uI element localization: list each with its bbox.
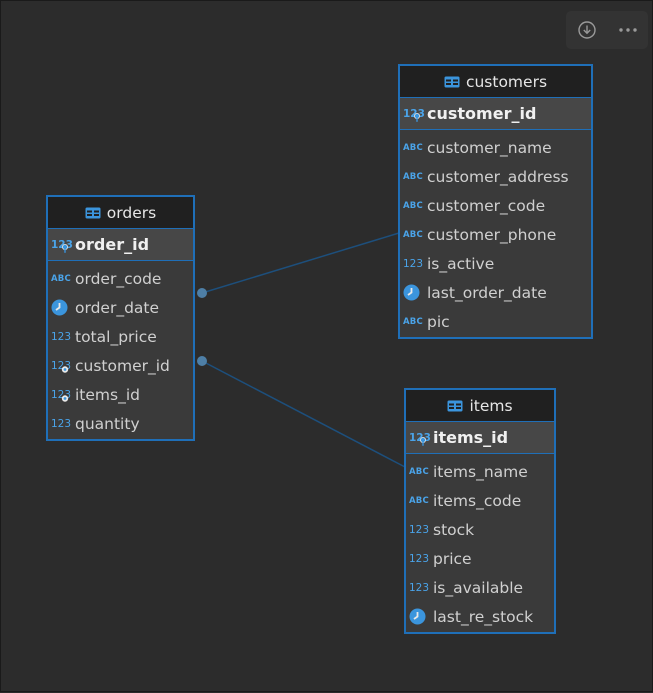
numeric-type-icon: 123	[403, 257, 424, 270]
column-label: customer_name	[427, 138, 552, 157]
text-type-icon: ABC	[403, 229, 423, 240]
table-header[interactable]: customers	[400, 66, 591, 98]
column-row[interactable]: ABC customer_address	[400, 162, 591, 191]
column-row[interactable]: ABC customer_code	[400, 191, 591, 220]
primary-key-icon: 123	[409, 431, 431, 446]
column-row[interactable]: ABC customer_phone	[400, 220, 591, 249]
column-label: last_order_date	[427, 283, 547, 302]
text-type-icon: ABC	[403, 171, 423, 182]
column-label: order_date	[75, 298, 160, 317]
column-label: customer_id	[427, 104, 537, 123]
text-type-icon: ABC	[403, 200, 423, 211]
text-type-icon: ABC	[409, 495, 429, 506]
numeric-type-icon: 123	[51, 330, 72, 343]
table-title: items	[469, 396, 513, 415]
primary-key-icon: 123	[51, 238, 73, 253]
text-type-icon: ABC	[403, 316, 423, 327]
column-label: price	[433, 549, 472, 568]
numeric-type-icon: 123	[409, 523, 430, 536]
text-type-icon: ABC	[51, 273, 71, 284]
primary-key-row[interactable]: 123 customer_id	[400, 98, 591, 130]
primary-key-icon: 123	[403, 107, 425, 122]
column-label: is_available	[433, 578, 524, 597]
foreign-key-icon: 123	[51, 359, 72, 373]
column-label: customer_code	[427, 196, 546, 215]
table-title: customers	[465, 72, 548, 91]
table-customers[interactable]: customers 123 customer_id ABC customer_na…	[398, 64, 593, 339]
column-label: items_id	[75, 385, 140, 404]
datetime-type-icon	[403, 284, 425, 302]
primary-key-row[interactable]: 123 order_id	[48, 229, 193, 261]
column-label: last_re_stock	[433, 607, 534, 626]
column-row[interactable]: last_order_date	[400, 278, 591, 307]
text-type-icon: ABC	[403, 142, 423, 153]
table-header[interactable]: items	[406, 390, 554, 422]
column-row[interactable]: 123 customer_id	[48, 351, 193, 380]
column-list: ABC items_name ABC items_code 123 stock 123 pri…	[406, 454, 554, 631]
table-icon	[444, 76, 460, 88]
column-label: customer_address	[427, 167, 569, 186]
column-row[interactable]: 123 is_available	[406, 573, 554, 602]
column-row[interactable]: 123 quantity	[48, 409, 193, 438]
table-title: orders	[106, 203, 157, 222]
diagram-canvas[interactable]: orders 123 order_id ABC order_code order_d…	[0, 0, 653, 692]
column-label: quantity	[75, 414, 140, 433]
table-icon	[447, 400, 463, 412]
column-row[interactable]: ABC order_code	[48, 264, 193, 293]
column-row[interactable]: last_re_stock	[406, 602, 554, 631]
column-row[interactable]: ABC pic	[400, 307, 591, 336]
column-label: order_id	[75, 235, 150, 254]
primary-key-row[interactable]: 123 items_id	[406, 422, 554, 454]
text-type-icon: ABC	[409, 466, 429, 477]
column-label: items_name	[433, 462, 528, 481]
numeric-type-icon: 123	[51, 417, 72, 430]
column-label: total_price	[75, 327, 157, 346]
column-label: customer_phone	[427, 225, 557, 244]
column-row[interactable]: ABC customer_name	[400, 133, 591, 162]
relation-anchor-customer-fk[interactable]	[197, 288, 207, 298]
column-label: items_code	[433, 491, 522, 510]
column-row[interactable]: 123 is_active	[400, 249, 591, 278]
table-header[interactable]: orders	[48, 197, 193, 229]
numeric-type-icon: 123	[409, 581, 430, 594]
datetime-type-icon	[409, 608, 431, 626]
column-list: ABC order_code order_date 123 total_price 123…	[48, 261, 193, 438]
column-list: ABC customer_name ABC customer_address ABC cu…	[400, 130, 591, 336]
column-row[interactable]: ABC items_name	[406, 457, 554, 486]
column-row[interactable]: ABC items_code	[406, 486, 554, 515]
column-label: stock	[433, 520, 475, 539]
column-label: items_id	[433, 428, 509, 447]
relation-anchor-items-fk[interactable]	[197, 356, 207, 366]
datetime-type-icon	[51, 299, 73, 317]
table-items[interactable]: items 123 items_id ABC items_name ABC items…	[404, 388, 556, 634]
column-row[interactable]: 123 total_price	[48, 322, 193, 351]
column-label: order_code	[75, 269, 162, 288]
column-label: pic	[427, 312, 450, 331]
column-row[interactable]: order_date	[48, 293, 193, 322]
foreign-key-icon: 123	[51, 388, 72, 402]
relation-orders-customers[interactable]	[201, 232, 400, 294]
column-label: is_active	[427, 254, 495, 273]
column-row[interactable]: 123 price	[406, 544, 554, 573]
numeric-type-icon: 123	[409, 552, 430, 565]
relation-orders-items[interactable]	[201, 360, 406, 468]
table-icon	[85, 207, 101, 219]
table-orders[interactable]: orders 123 order_id ABC order_code order_d…	[46, 195, 195, 441]
column-row[interactable]: 123 stock	[406, 515, 554, 544]
column-row[interactable]: 123 items_id	[48, 380, 193, 409]
column-label: customer_id	[75, 356, 170, 375]
